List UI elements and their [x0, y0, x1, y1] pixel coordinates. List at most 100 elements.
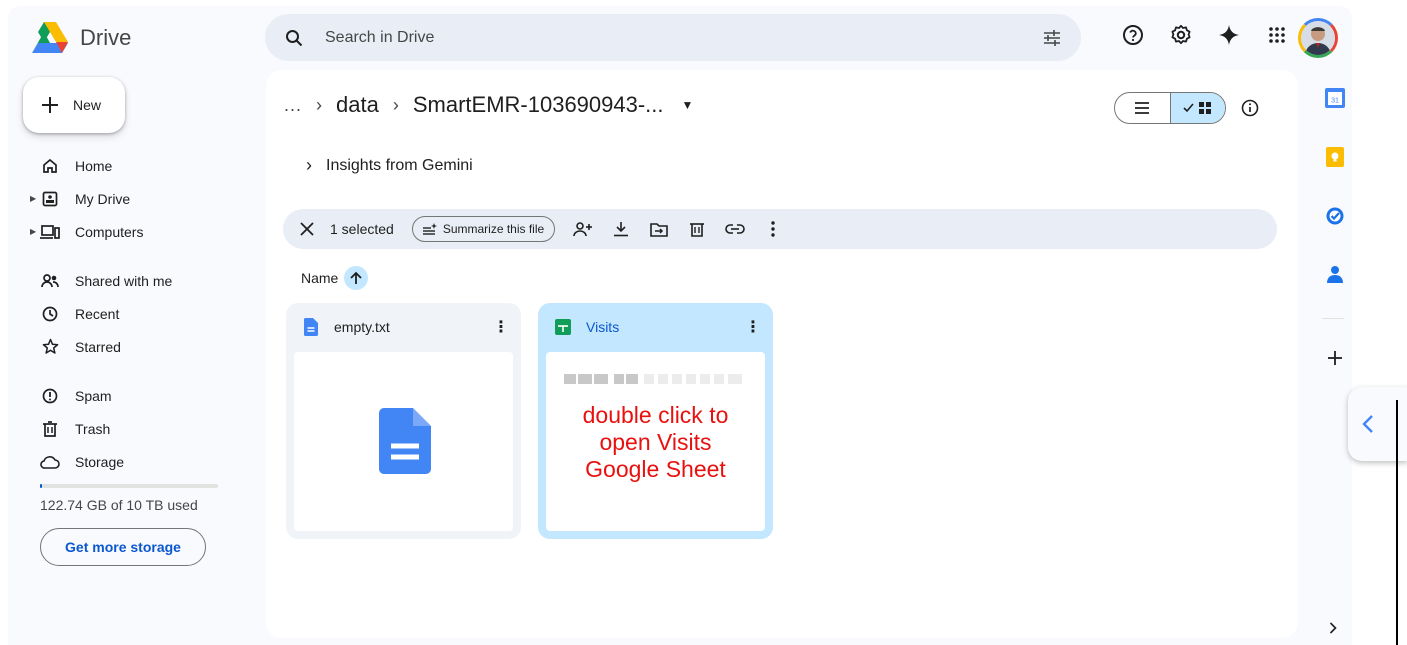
calendar-app-icon[interactable]: 31: [1315, 82, 1352, 114]
copy-link-icon[interactable]: [725, 219, 745, 239]
star-icon: [40, 337, 60, 357]
file-thumbnail: [294, 352, 513, 531]
apps-grid-icon[interactable]: [1262, 20, 1292, 50]
storage-usage-fill: [40, 484, 43, 488]
download-icon[interactable]: [611, 219, 631, 239]
home-icon: [40, 156, 60, 176]
gemini-insights-toggle[interactable]: › Insights from Gemini: [306, 155, 473, 176]
dropdown-arrow-icon[interactable]: ▼: [682, 98, 694, 112]
sidebar-item-storage[interactable]: Storage: [16, 445, 256, 478]
sort-arrow-up-icon[interactable]: [344, 266, 369, 290]
keep-app-icon[interactable]: [1315, 141, 1352, 173]
chevron-right-icon: ›: [306, 155, 312, 175]
expand-caret-icon[interactable]: ▶: [30, 227, 36, 236]
sidebar-item-label: Recent: [75, 305, 120, 322]
file-card-header: Visits ⋮: [554, 316, 761, 338]
summarize-icon: [422, 223, 437, 235]
gemini-sparkle-icon[interactable]: [1214, 20, 1244, 50]
shared-icon: [40, 271, 60, 291]
show-side-panel-chevron-icon[interactable]: [1323, 618, 1343, 638]
sidebar-item-starred[interactable]: Starred: [16, 330, 256, 363]
chevron-right-icon: ›: [316, 94, 323, 115]
document-icon: [302, 318, 320, 336]
summarize-file-button[interactable]: Summarize this file: [411, 216, 556, 242]
sidebar-item-label: Trash: [75, 420, 111, 437]
sidebar-item-home[interactable]: Home: [16, 149, 256, 182]
drive-logo[interactable]: Drive: [32, 22, 131, 54]
breadcrumb-parent[interactable]: data: [336, 92, 379, 118]
contacts-app-icon[interactable]: [1315, 258, 1352, 290]
sidebar-item-shared[interactable]: Shared with me: [16, 264, 256, 297]
collapse-panel-tab[interactable]: [1348, 387, 1407, 461]
sort-by-name[interactable]: Name: [301, 266, 369, 290]
sidebar-item-spam[interactable]: Spam: [16, 379, 256, 412]
sidebar-item-label: Starred: [75, 338, 121, 355]
drive-window: Drive Search in Drive New Home ▶ My Driv…: [8, 6, 1352, 645]
file-name: empty.txt: [334, 319, 390, 335]
file-card-selected[interactable]: Visits ⋮ double click to open Visits Goo…: [538, 303, 773, 539]
more-vert-icon[interactable]: ⋮: [745, 317, 761, 337]
sidebar-item-trash[interactable]: Trash: [16, 412, 256, 445]
sidebar-nav: Home ▶ My Drive ▶ Computers Shared with …: [16, 149, 256, 478]
list-view-button[interactable]: [1115, 93, 1170, 123]
sort-label: Name: [301, 270, 339, 286]
trash-icon: [40, 419, 60, 439]
file-name: Visits: [586, 319, 620, 335]
list-icon: [1135, 102, 1150, 114]
sidebar-item-label: Home: [75, 157, 113, 174]
spreadsheet-icon: [554, 318, 572, 336]
storage-usage-bar: [40, 484, 218, 488]
spreadsheet-preview-icon: [564, 374, 742, 384]
more-vert-icon[interactable]: [763, 219, 783, 239]
expand-caret-icon[interactable]: ▶: [30, 194, 36, 203]
grid-view-button[interactable]: [1169, 93, 1225, 123]
share-add-person-icon[interactable]: [573, 219, 593, 239]
sidebar-item-recent[interactable]: Recent: [16, 297, 256, 330]
cloud-icon: [40, 452, 60, 472]
trash-icon[interactable]: [687, 219, 707, 239]
check-grid-icon: [1183, 102, 1211, 114]
plus-icon: [42, 97, 58, 113]
edge-border: [1396, 400, 1398, 645]
breadcrumb-overflow[interactable]: ...: [284, 95, 302, 116]
sidebar-item-computers[interactable]: ▶ Computers: [16, 215, 256, 248]
app-title: Drive: [80, 25, 132, 50]
drive-logo-icon: [32, 22, 68, 53]
spam-icon: [40, 386, 60, 406]
breadcrumb-current-folder[interactable]: SmartEMR-103690943-...: [413, 92, 664, 118]
help-icon[interactable]: [1118, 20, 1148, 50]
annotation-note: double click to open Visits Google Sheet: [582, 402, 729, 482]
insights-label: Insights from Gemini: [326, 156, 473, 174]
gear-icon[interactable]: [1166, 20, 1196, 50]
sidebar-item-my-drive[interactable]: ▶ My Drive: [16, 182, 256, 215]
move-to-folder-icon[interactable]: [649, 219, 669, 239]
chevron-right-icon: ›: [392, 94, 399, 115]
clear-selection-close-icon[interactable]: [295, 217, 319, 241]
sidebar-item-label: Spam: [75, 387, 112, 404]
account-avatar[interactable]: [1298, 18, 1338, 58]
selection-count: 1 selected: [330, 221, 394, 237]
storage-usage-text: 122.74 GB of 10 TB used: [40, 497, 198, 513]
sidebar-item-label: My Drive: [75, 190, 131, 207]
search-bar[interactable]: Search in Drive: [265, 14, 1081, 61]
computers-icon: [40, 222, 60, 242]
clock-icon: [40, 304, 60, 324]
sidebar-item-label: Storage: [75, 453, 125, 470]
info-icon[interactable]: [1241, 99, 1259, 117]
new-button[interactable]: New: [23, 77, 125, 133]
tasks-app-icon[interactable]: [1315, 200, 1352, 232]
search-input[interactable]: Search in Drive: [325, 29, 1041, 47]
sidebar-item-label: Shared with me: [75, 272, 173, 289]
search-options-icon[interactable]: [1041, 27, 1063, 49]
chevron-left-icon: [1362, 415, 1373, 433]
sidebar-item-label: Computers: [75, 223, 144, 240]
get-more-storage-button[interactable]: Get more storage: [40, 528, 206, 566]
more-vert-icon[interactable]: ⋮: [493, 317, 509, 337]
file-card[interactable]: empty.txt ⋮: [286, 303, 521, 539]
search-icon[interactable]: [283, 27, 305, 49]
svg-text:31: 31: [1331, 98, 1339, 105]
main-content: ... › data › SmartEMR-103690943-... ▼ › …: [266, 70, 1298, 638]
my-drive-icon: [40, 189, 60, 209]
add-addon-plus-icon[interactable]: [1315, 342, 1352, 374]
document-large-icon: [379, 408, 431, 474]
